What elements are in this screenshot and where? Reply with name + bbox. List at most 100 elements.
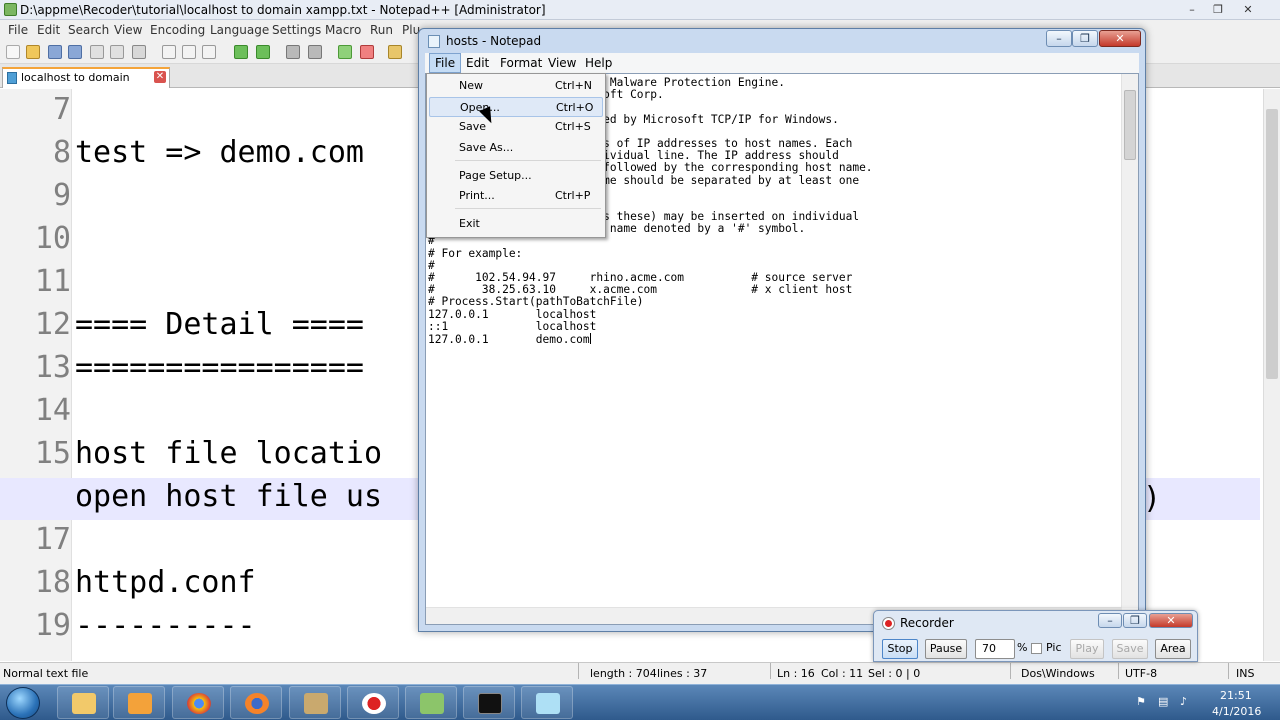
taskbar-explorer[interactable]: [57, 686, 109, 719]
cut-icon[interactable]: [162, 45, 176, 59]
notepad-vertical-scrollbar[interactable]: [1121, 74, 1138, 608]
notepadpp-icon: [4, 3, 17, 16]
hosts-line-text: #: [428, 258, 435, 272]
find-icon[interactable]: [286, 45, 300, 59]
notepad-minimize-button[interactable]: –: [1046, 30, 1072, 47]
notepad-maximize-button[interactable]: ❐: [1072, 30, 1098, 47]
recorder-close-button[interactable]: ✕: [1149, 613, 1193, 628]
npp-menu-search[interactable]: Search: [68, 20, 109, 40]
status-sel: Sel : 0 | 0: [868, 667, 921, 680]
npp-menu-encoding[interactable]: Encoding: [150, 20, 205, 40]
taskbar-users[interactable]: [289, 686, 341, 719]
volume-icon[interactable]: ♪: [1180, 695, 1187, 708]
replace-icon[interactable]: [308, 45, 322, 59]
npp-menu-file[interactable]: File: [8, 20, 28, 40]
zoom-in-icon[interactable]: [338, 45, 352, 59]
recorder-minimize-button[interactable]: –: [1098, 613, 1122, 628]
notepad-menu-view[interactable]: View: [543, 53, 581, 73]
taskbar-cmd[interactable]: [463, 686, 515, 719]
recorder-stop-button[interactable]: Stop: [882, 639, 918, 659]
tab-close-icon[interactable]: ✕: [154, 71, 166, 83]
copy-icon[interactable]: [182, 45, 196, 59]
npp-scroll-thumb[interactable]: [1266, 109, 1278, 379]
notepad-menu-help[interactable]: Help: [580, 53, 617, 73]
clock-time[interactable]: 21:51: [1220, 689, 1252, 702]
recorder-area-button[interactable]: Area: [1155, 639, 1191, 659]
line-number-gutter: 78910111213141516171819: [0, 89, 72, 661]
npp-menu-run[interactable]: Run: [370, 20, 393, 40]
status-file-type: Normal text file: [3, 667, 89, 680]
taskbar-media-player[interactable]: [113, 686, 165, 719]
notepad-menu-file[interactable]: File: [429, 53, 462, 73]
taskbar-recorder[interactable]: [347, 686, 399, 719]
menu-item-new[interactable]: New Ctrl+N: [429, 76, 603, 96]
menu-item-print[interactable]: Print... Ctrl+P: [429, 186, 603, 206]
close-all-icon[interactable]: [110, 45, 124, 59]
paste-icon[interactable]: [202, 45, 216, 59]
npp-close-button[interactable]: ✕: [1236, 2, 1260, 17]
print-icon[interactable]: [132, 45, 146, 59]
recorder-pic-checkbox[interactable]: [1031, 643, 1042, 654]
notepad-menu-format[interactable]: Format: [495, 53, 547, 73]
menu-item-save-as[interactable]: Save As...: [429, 138, 603, 158]
line-number: 15: [34, 436, 71, 471]
npp-menu-macro[interactable]: Macro: [325, 20, 361, 40]
users-icon: [304, 693, 328, 714]
notepad-scroll-thumb[interactable]: [1124, 90, 1136, 160]
npp-title-bar: D:\appme\Recoder\tutorial\localhost to d…: [0, 0, 1280, 20]
npp-vertical-scrollbar[interactable]: [1263, 89, 1280, 661]
npp-menu-language[interactable]: Language: [210, 20, 269, 40]
recorder-pic-label: Pic: [1046, 641, 1062, 654]
close-file-icon[interactable]: [90, 45, 104, 59]
firefox-icon: [245, 693, 269, 714]
undo-icon[interactable]: [234, 45, 248, 59]
status-ln: Ln : 16: [777, 667, 815, 680]
network-icon[interactable]: ▤: [1158, 695, 1168, 708]
hosts-line-text: # 102.54.94.97 rhino.acme.com # source s…: [428, 271, 853, 284]
notepad-menu-edit[interactable]: Edit: [461, 53, 494, 73]
npp-menu-view[interactable]: View: [114, 20, 142, 40]
recorder-quality-stepper[interactable]: 70: [975, 639, 1015, 659]
status-insert-mode: INS: [1236, 667, 1255, 680]
recorder-title: Recorder: [900, 616, 954, 630]
recorder-maximize-button[interactable]: ❐: [1123, 613, 1147, 628]
open-file-icon[interactable]: [26, 45, 40, 59]
zoom-out-icon[interactable]: [360, 45, 374, 59]
start-button[interactable]: [6, 687, 40, 719]
redo-icon[interactable]: [256, 45, 270, 59]
menu-item-exit[interactable]: Exit: [429, 214, 603, 234]
save-all-icon[interactable]: [68, 45, 82, 59]
recorder-play-button[interactable]: Play: [1070, 639, 1104, 659]
npp-minimize-button[interactable]: –: [1180, 2, 1204, 17]
sync-scroll-icon[interactable]: [388, 45, 402, 59]
line-number: 12: [34, 307, 71, 342]
system-tray: ⚑ ▤ ♪ 21:51 4/1/2016: [1128, 685, 1280, 720]
taskbar-firefox[interactable]: [230, 686, 282, 719]
line-number: 10: [34, 221, 71, 256]
tab-localhost-to-domain[interactable]: localhost to domain xampp.txt ✕: [2, 67, 170, 101]
recorder-save-button[interactable]: Save: [1112, 639, 1148, 659]
status-lines: lines : 37: [657, 667, 708, 680]
save-icon[interactable]: [48, 45, 62, 59]
taskbar-notepadpp[interactable]: [405, 686, 457, 719]
taskbar-notepad[interactable]: [521, 686, 573, 719]
menu-item-save[interactable]: Save Ctrl+S: [429, 117, 603, 137]
taskbar-chrome[interactable]: [172, 686, 224, 719]
new-file-icon[interactable]: [6, 45, 20, 59]
notepad-title-bar[interactable]: hosts - Notepad – ❐ ✕: [419, 29, 1145, 53]
line-number: 13: [34, 350, 71, 385]
menu-item-open[interactable]: Open... Ctrl+O: [429, 97, 603, 117]
npp-menu-settings[interactable]: Settings: [272, 20, 321, 40]
npp-maximize-button[interactable]: ❐: [1206, 2, 1230, 17]
clock-date[interactable]: 4/1/2016: [1212, 705, 1261, 718]
code-line: httpd.conf: [75, 565, 256, 600]
menu-item-page-setup[interactable]: Page Setup...: [429, 166, 603, 186]
folder-icon: [72, 693, 96, 714]
recorder-pause-button[interactable]: Pause: [925, 639, 967, 659]
npp-menu-edit[interactable]: Edit: [37, 20, 60, 40]
network-flag-icon[interactable]: ⚑: [1136, 695, 1146, 708]
npp-status-bar: Normal text file length : 704 lines : 37…: [0, 662, 1280, 684]
hosts-line-text: 127.0.0.1 localhost: [428, 307, 597, 321]
notepad-close-button[interactable]: ✕: [1099, 30, 1141, 47]
recorder-percent-label: %: [1017, 641, 1028, 654]
